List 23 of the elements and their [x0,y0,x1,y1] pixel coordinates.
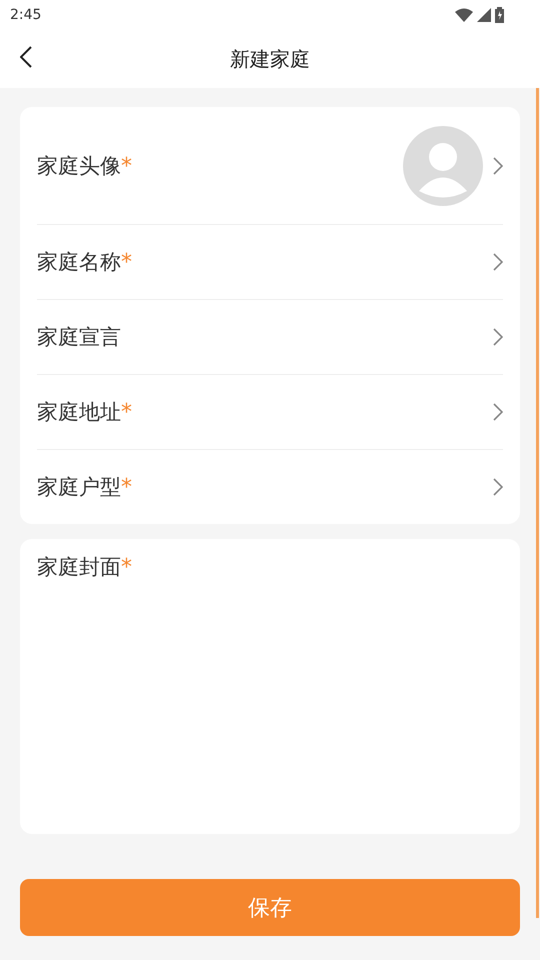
chevron-right-icon [493,328,503,346]
chevron-right-icon [493,156,503,174]
signal-icon [477,8,491,22]
form-row[interactable]: 家庭名称* [37,224,503,299]
status-time: 2:45 [10,7,42,23]
back-icon [20,46,32,68]
field-label: 家庭地址* [37,399,132,426]
chevron-right-icon [493,403,503,421]
field-label: 家庭头像* [37,152,132,180]
wifi-icon [455,8,473,22]
form-row[interactable]: 家庭户型* [37,449,503,524]
avatar-icon [403,126,483,206]
battery-icon [495,7,504,23]
chevron-right-icon [493,253,503,271]
field-label: 家庭名称* [37,249,132,276]
form-row[interactable]: 家庭地址* [37,374,503,449]
chevron-right-icon [493,478,503,496]
field-label: 家庭宣言 [37,324,121,351]
page-title: 新建家庭 [230,46,310,72]
field-label: 家庭户型* [37,474,132,501]
form-row[interactable]: 家庭头像* [37,107,503,224]
field-label: 家庭封面* [37,555,132,579]
form-row[interactable]: 家庭宣言 [37,299,503,374]
